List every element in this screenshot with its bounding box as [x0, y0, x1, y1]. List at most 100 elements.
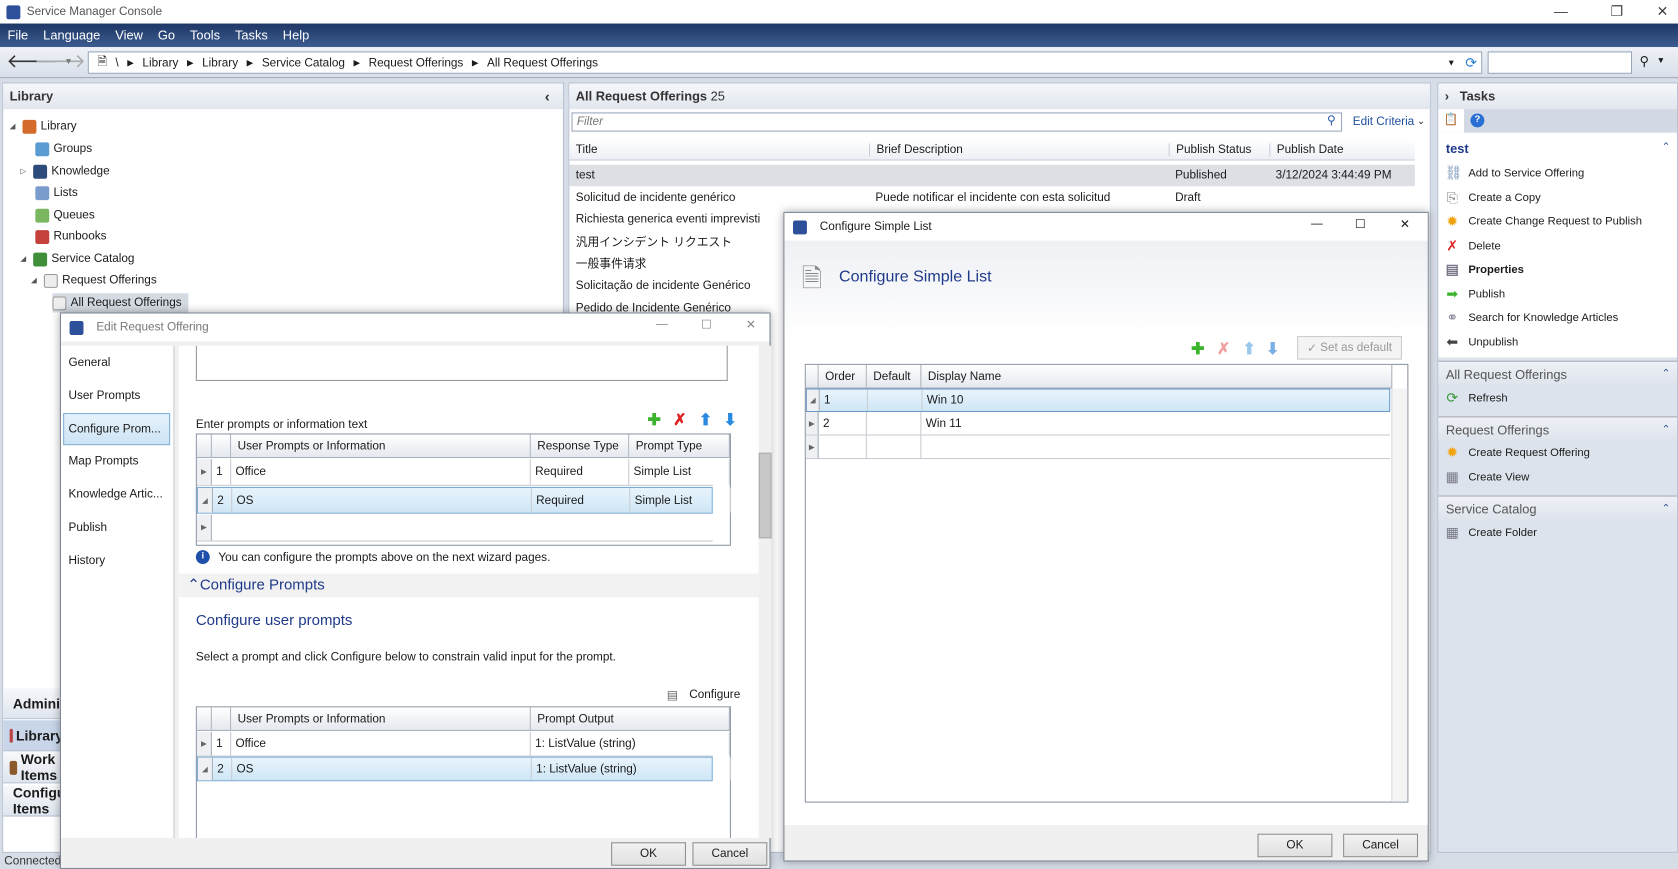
breadcrumb-item[interactable]: Service Catalog — [262, 56, 345, 69]
prompt-name[interactable]: OS — [232, 488, 532, 513]
column-display-name[interactable]: Display Name — [921, 364, 1393, 389]
move-up-icon[interactable]: ⬆ — [1243, 339, 1256, 358]
task-create-copy[interactable]: ⎘ Create a Copy — [1445, 188, 1541, 207]
minimize-button[interactable]: — — [1554, 3, 1568, 19]
collapse-icon[interactable]: ⌃ — [1662, 141, 1671, 153]
forward-button[interactable]: 🡒 — [34, 50, 86, 72]
display-name-cell[interactable]: Win 11 — [921, 412, 1393, 435]
menu-go[interactable]: Go — [150, 28, 182, 43]
tree-item-service-catalog[interactable]: ◢ Service Catalog — [20, 249, 134, 268]
close-button[interactable]: ✕ — [1400, 217, 1410, 231]
filter-input[interactable]: Filter — [571, 112, 1343, 132]
breadcrumb-item[interactable]: Library — [202, 56, 238, 69]
column-title[interactable]: Title — [569, 143, 869, 156]
nav-knowledge-articles[interactable]: Knowledge Artic... — [68, 488, 162, 501]
nav-user-prompts[interactable]: User Prompts — [68, 390, 140, 403]
restore-button[interactable]: ❐ — [1611, 3, 1623, 20]
nav-general[interactable]: General — [68, 356, 110, 369]
tree-item-request-offerings[interactable]: ◢ Request Offerings — [31, 271, 157, 290]
task-publish[interactable]: ➡ Publish — [1445, 285, 1505, 304]
configure-icon[interactable]: ▤ — [667, 688, 678, 702]
default-cell[interactable] — [868, 389, 923, 411]
nav-map-prompts[interactable]: Map Prompts — [68, 455, 138, 468]
response-type[interactable]: Required — [532, 488, 631, 513]
table-row-new[interactable]: ▶ — [805, 435, 1391, 460]
default-cell[interactable] — [867, 412, 922, 435]
section-service-catalog[interactable]: Service Catalog ⌃ — [1438, 495, 1678, 522]
menu-file[interactable]: File — [0, 28, 36, 43]
wunderbar-work-items[interactable]: Work Items — [3, 752, 64, 784]
breadcrumb-item[interactable]: Library — [142, 56, 178, 69]
column-brief-description[interactable]: Brief Description — [869, 142, 1169, 156]
order-cell[interactable]: 1 — [820, 389, 868, 411]
maximize-button[interactable]: ☐ — [1355, 217, 1366, 231]
ok-button[interactable]: OK — [1257, 833, 1333, 858]
table-row[interactable]: ▶ 2 Win 11 — [805, 412, 1393, 436]
section-all-request-offerings[interactable]: All Request Offerings ⌃ — [1438, 360, 1678, 387]
menu-tasks[interactable]: Tasks — [227, 28, 275, 43]
order-cell[interactable]: 2 — [819, 412, 867, 435]
prompt-type[interactable]: Simple List — [630, 488, 731, 513]
wunderbar-configuration-items[interactable]: Configuration Items — [3, 785, 64, 817]
tasks-tab-icon[interactable]: 📋 — [1438, 109, 1465, 133]
menu-language[interactable]: Language — [36, 28, 108, 43]
help-tab-icon[interactable]: ? — [1470, 113, 1485, 128]
history-dropdown-icon[interactable]: ▼ — [64, 57, 72, 67]
task-create-folder[interactable]: ▦ Create Folder — [1445, 523, 1537, 542]
task-search-knowledge[interactable]: ⚭ Search for Knowledge Articles — [1445, 308, 1618, 327]
description-textarea[interactable] — [195, 345, 728, 381]
chevron-down-icon[interactable]: ⌄ — [1417, 116, 1425, 128]
column-prompt-output[interactable]: Prompt Output — [530, 707, 730, 731]
table-scrollbar[interactable] — [1391, 388, 1408, 802]
filter-search-icon[interactable]: ⚲ — [1327, 113, 1336, 128]
column-order[interactable]: Order — [818, 364, 867, 389]
response-type[interactable]: Required — [531, 459, 630, 485]
tree-item-queues[interactable]: Queues — [35, 205, 95, 224]
task-refresh[interactable]: ⟳ Refresh — [1445, 388, 1507, 407]
collapse-pane-button[interactable]: ‹ — [545, 88, 550, 105]
cancel-button[interactable]: Cancel — [1343, 833, 1419, 858]
delete-icon[interactable]: ✗ — [1217, 339, 1230, 358]
tree-item-all-request-offerings[interactable]: All Request Offerings — [52, 293, 189, 313]
tree-item-library[interactable]: ◢ Library — [10, 117, 77, 136]
column-publish-date[interactable]: Publish Date — [1269, 142, 1415, 156]
refresh-icon[interactable]: ⟳ — [1465, 54, 1477, 71]
content-scrollbar[interactable] — [758, 345, 772, 838]
nav-history[interactable]: History — [68, 554, 105, 567]
cancel-button[interactable]: Cancel — [692, 842, 768, 866]
minimize-button[interactable]: — — [1311, 217, 1323, 230]
close-button[interactable]: ✕ — [746, 318, 756, 332]
task-properties[interactable]: ▤ Properties — [1445, 260, 1524, 279]
menu-help[interactable]: Help — [275, 28, 316, 43]
task-create-change-request[interactable]: ✹ Create Change Request to Publish — [1445, 212, 1642, 231]
column-response-type[interactable]: Response Type — [530, 434, 630, 459]
move-up-icon[interactable]: ⬆ — [699, 410, 712, 429]
table-row-new[interactable]: ▶ — [196, 514, 713, 542]
menu-tools[interactable]: Tools — [183, 28, 228, 43]
tree-item-knowledge[interactable]: ▷ Knowledge — [20, 162, 110, 181]
add-icon[interactable]: ✚ — [1191, 339, 1204, 358]
column-user-prompts[interactable]: User Prompts or Information — [231, 434, 531, 459]
expand-icon[interactable]: › — [1445, 89, 1449, 104]
table-row[interactable]: Solicitud de incidente genérico Puede not… — [569, 187, 1414, 208]
column-prompt-type[interactable]: Prompt Type — [629, 434, 730, 459]
close-button[interactable]: ✕ — [1657, 3, 1669, 20]
configure-button[interactable]: Configure — [689, 688, 740, 701]
display-name-cell[interactable]: Win 10 — [923, 389, 1394, 411]
table-row[interactable]: ▶ 1 Office 1: ListValue (string) — [196, 732, 730, 757]
task-create-view[interactable]: ▦ Create View — [1445, 468, 1530, 487]
nav-publish[interactable]: Publish — [68, 521, 107, 534]
menu-view[interactable]: View — [108, 28, 151, 43]
wunderbar-administration[interactable]: Administration — [3, 688, 64, 720]
tree-item-groups[interactable]: Groups — [35, 139, 92, 158]
task-unpublish[interactable]: ⬅ Unpublish — [1445, 333, 1518, 352]
set-as-default-button[interactable]: ✓ Set as default — [1297, 336, 1402, 360]
table-row[interactable]: ▶ 1 Office Required Simple List — [196, 459, 730, 486]
tree-item-lists[interactable]: Lists — [35, 183, 78, 202]
add-icon[interactable]: ✚ — [647, 410, 660, 429]
tree-item-runbooks[interactable]: Runbooks — [35, 227, 107, 246]
task-create-request-offering[interactable]: ✹ Create Request Offering — [1445, 443, 1589, 462]
table-row-selected[interactable]: ◢ 2 OS 1: ListValue (string) — [196, 756, 731, 782]
breadcrumb-root[interactable]: \ — [115, 56, 118, 69]
search-icon[interactable]: ⚲ — [1640, 54, 1649, 69]
